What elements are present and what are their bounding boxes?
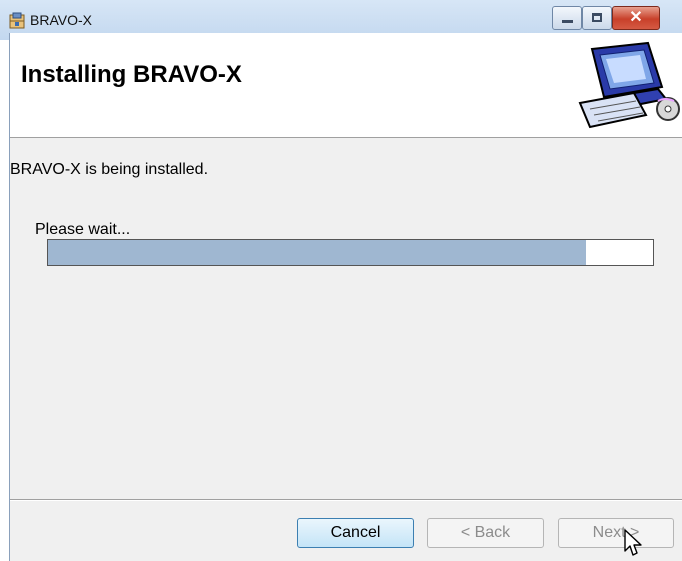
installation-progress-bar (47, 239, 654, 266)
cancel-button[interactable]: Cancel (297, 518, 414, 548)
installation-status-text: BRAVO-X is being installed. (10, 161, 209, 178)
installer-package-icon (9, 12, 25, 29)
header-banner: Installing BRAVO-X (10, 33, 682, 138)
minimize-button[interactable] (552, 6, 582, 30)
close-button[interactable]: ✕ (612, 6, 660, 30)
close-icon: ✕ (629, 9, 643, 26)
minimize-icon (562, 20, 573, 23)
page-title: Installing BRAVO-X (21, 61, 242, 88)
mouse-pointer-icon (624, 529, 642, 556)
footer-divider (10, 499, 682, 501)
dialog-client-area: Installing BRAVO-X BRAVO-X is being inst… (9, 33, 682, 561)
maximize-icon (592, 13, 602, 22)
installer-window: BRAVO-X ✕ Installing BRAVO-X BRAVO-X is … (0, 0, 682, 561)
back-button[interactable]: < Back (427, 518, 544, 548)
maximize-button[interactable] (582, 6, 612, 30)
please-wait-label: Please wait... (35, 221, 131, 238)
progress-bar-fill (48, 240, 587, 265)
computer-installation-icon (578, 41, 680, 129)
next-button[interactable]: Next > (558, 518, 674, 548)
window-title: BRAVO-X (30, 12, 92, 28)
